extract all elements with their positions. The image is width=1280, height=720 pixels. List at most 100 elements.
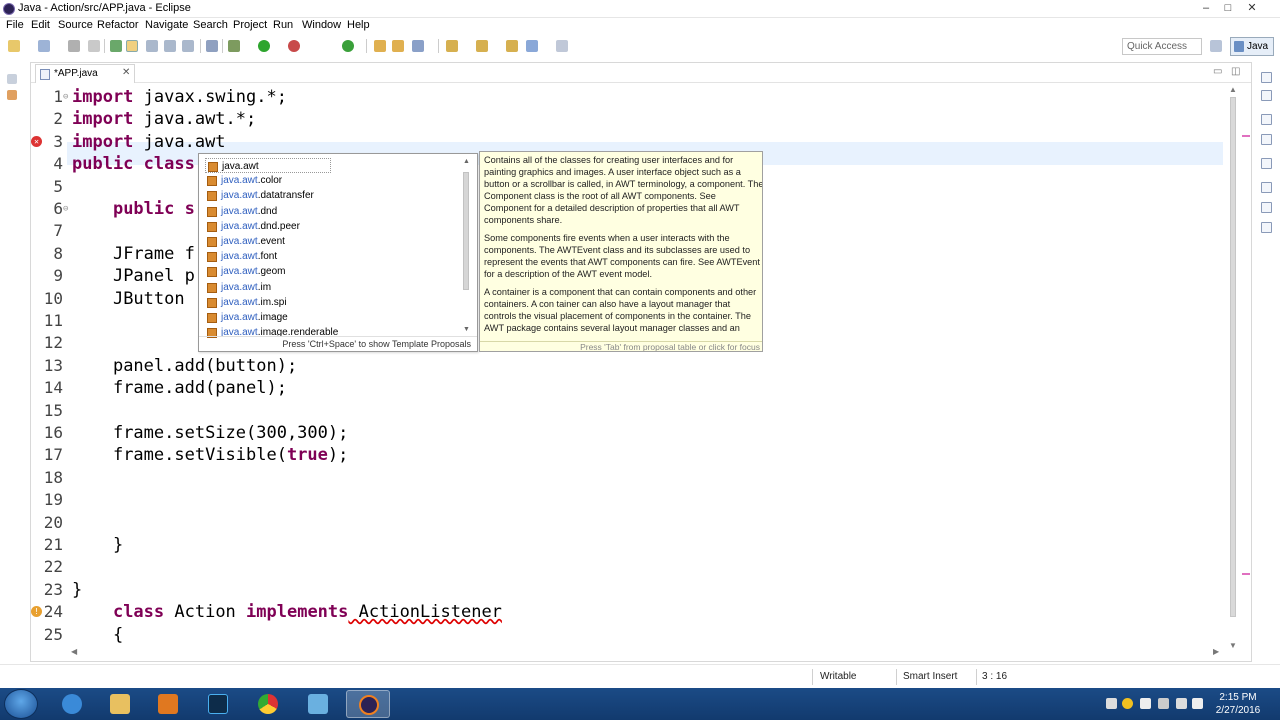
start-button[interactable] xyxy=(4,689,38,719)
code-line[interactable]: frame.setVisible(true); xyxy=(72,445,348,465)
proposal-item[interactable]: java.awt.im xyxy=(205,280,455,295)
taskbar-media-player[interactable] xyxy=(146,690,190,718)
proposal-item[interactable]: java.awt.datatransfer xyxy=(205,188,455,203)
horizontal-scrollbar[interactable]: ◀ ▶ xyxy=(71,647,1221,659)
debug-icon[interactable] xyxy=(228,40,240,52)
menu-refactor[interactable]: Refactor xyxy=(97,19,139,31)
code-line[interactable]: } xyxy=(72,580,82,600)
next-annotation-icon[interactable] xyxy=(446,40,458,52)
minimize-editor-icon[interactable]: ▭ xyxy=(1213,66,1222,77)
notification-icon[interactable] xyxy=(1122,698,1133,709)
proposal-item[interactable]: java.awt.image xyxy=(205,310,455,325)
code-line[interactable]: frame.add(panel); xyxy=(72,378,287,398)
proposal-item[interactable]: java.awt.font xyxy=(205,249,455,264)
code-line[interactable]: JPanel p xyxy=(72,266,195,286)
last-edit-icon[interactable] xyxy=(506,40,518,52)
save-icon[interactable] xyxy=(38,40,50,52)
close-tab-icon[interactable]: ✕ xyxy=(122,67,130,78)
maximize-button[interactable]: □ xyxy=(1218,0,1238,16)
minimize-button[interactable]: – xyxy=(1196,0,1216,16)
code-line[interactable]: panel.add(button); xyxy=(72,356,297,376)
skip-breakpoints-icon[interactable] xyxy=(206,40,218,52)
code-line[interactable]: JFrame f xyxy=(72,244,195,264)
proposal-item[interactable]: java.awt.color xyxy=(205,173,455,188)
show-whitespace-icon[interactable] xyxy=(164,40,176,52)
run-icon[interactable] xyxy=(258,40,270,52)
code-line[interactable]: import java.awt xyxy=(72,132,226,152)
code-line[interactable]: { xyxy=(72,625,123,645)
open-type-icon[interactable] xyxy=(374,40,386,52)
back-icon[interactable] xyxy=(526,40,538,52)
proposal-item[interactable]: java.awt.im.spi xyxy=(205,295,455,310)
search-tool-icon[interactable] xyxy=(412,40,424,52)
proposal-item[interactable]: java.awt.geom xyxy=(205,264,455,279)
vertical-scrollbar[interactable]: ▲ ▼ xyxy=(1227,85,1241,655)
new-java-project-icon[interactable] xyxy=(342,40,354,52)
content-assist-popup[interactable]: java.awt java.awt.color java.awt.datatrans… xyxy=(198,153,478,352)
package-explorer-icon[interactable] xyxy=(7,90,17,100)
code-line[interactable]: import java.awt.*; xyxy=(72,109,256,129)
code-line[interactable]: JButton xyxy=(72,289,185,309)
taskbar-chrome[interactable] xyxy=(246,690,290,718)
open-perspective-icon[interactable] xyxy=(1210,40,1222,52)
toggle-highlight-icon[interactable] xyxy=(126,40,138,52)
forward-icon[interactable] xyxy=(556,40,568,52)
paragraph-icon[interactable] xyxy=(182,40,194,52)
vertical-scroll-thumb[interactable] xyxy=(1230,97,1236,617)
print-icon[interactable] xyxy=(88,40,100,52)
code-line[interactable]: frame.setSize(300,300); xyxy=(72,423,348,443)
error-marker[interactable] xyxy=(1242,573,1250,575)
new-icon[interactable] xyxy=(8,40,20,52)
progress-view-icon[interactable] xyxy=(1261,222,1272,233)
javadoc-view-icon[interactable] xyxy=(1261,158,1272,169)
code-line[interactable]: public class xyxy=(72,154,195,174)
proposal-item[interactable]: java.awt.dnd.peer xyxy=(205,219,455,234)
taskbar-clock[interactable]: 2:15 PM 2/27/2016 xyxy=(1210,691,1266,717)
fold-icon[interactable]: ⊖ xyxy=(63,92,68,102)
java-perspective-button[interactable]: Java xyxy=(1230,37,1274,56)
code-line[interactable]: import javax.swing.*; xyxy=(72,87,287,107)
proposal-item[interactable]: java.awt xyxy=(205,158,331,173)
error-marker[interactable] xyxy=(1242,135,1250,137)
tab-app-java[interactable]: *APP.java ✕ xyxy=(35,64,135,83)
taskbar-remote-desktop[interactable] xyxy=(296,690,340,718)
network-icon[interactable] xyxy=(1176,698,1187,709)
toggle-block-icon[interactable] xyxy=(146,40,158,52)
menu-search[interactable]: Search xyxy=(193,19,228,31)
restore-views-icon[interactable] xyxy=(1261,72,1272,83)
maximize-editor-icon[interactable]: ◫ xyxy=(1231,66,1240,77)
flag-icon[interactable] xyxy=(1140,698,1151,709)
proposal-scroll-thumb[interactable] xyxy=(463,172,469,290)
error-icon[interactable]: ✕ xyxy=(31,135,42,147)
menu-window[interactable]: Window xyxy=(302,19,341,31)
code-line[interactable]: class Action implements ActionListener xyxy=(72,602,502,622)
quick-access-input[interactable]: Quick Access xyxy=(1122,38,1202,55)
overview-ruler[interactable] xyxy=(1241,85,1251,655)
save-all-icon[interactable] xyxy=(68,40,80,52)
menu-run[interactable]: Run xyxy=(273,19,293,31)
toggle-mark-icon[interactable] xyxy=(110,40,122,52)
proposal-item[interactable]: java.awt.event xyxy=(205,234,455,249)
taskbar-ie[interactable] xyxy=(50,690,94,718)
console-view-icon[interactable] xyxy=(1261,202,1272,213)
taskbar-photoshop[interactable] xyxy=(196,690,240,718)
previous-annotation-icon[interactable] xyxy=(476,40,488,52)
javadoc-hover-popup[interactable]: Contains all of the classes for creating… xyxy=(479,151,763,352)
menu-project[interactable]: Project xyxy=(233,19,267,31)
task-list-icon[interactable] xyxy=(1261,114,1272,125)
open-folder-icon[interactable] xyxy=(392,40,404,52)
outline-view-icon[interactable] xyxy=(1261,90,1272,101)
menu-file[interactable]: File xyxy=(6,19,24,31)
usb-icon[interactable] xyxy=(1158,698,1169,709)
declaration-view-icon[interactable] xyxy=(1261,182,1272,193)
menu-navigate[interactable]: Navigate xyxy=(145,19,188,31)
close-button[interactable]: ✕ xyxy=(1242,0,1262,16)
volume-icon[interactable] xyxy=(1192,698,1203,709)
menu-help[interactable]: Help xyxy=(347,19,370,31)
code-line[interactable]: public s xyxy=(72,199,195,219)
taskbar-eclipse[interactable] xyxy=(346,690,390,718)
fold-icon[interactable]: ⊖ xyxy=(63,204,68,214)
external-tools-icon[interactable] xyxy=(288,40,300,52)
taskbar-explorer[interactable] xyxy=(98,690,142,718)
menu-edit[interactable]: Edit xyxy=(31,19,50,31)
